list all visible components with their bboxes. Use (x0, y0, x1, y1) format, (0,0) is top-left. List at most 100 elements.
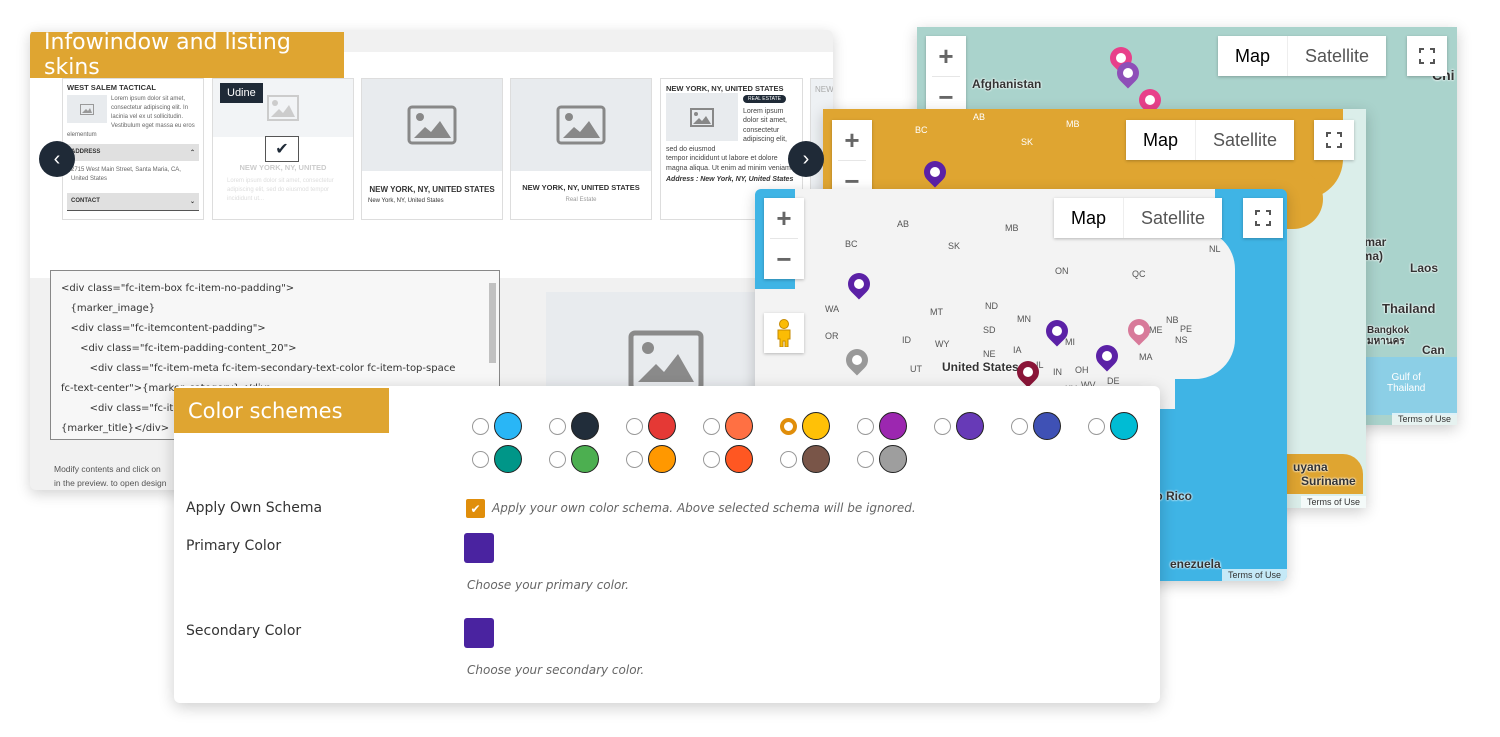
color-scheme-radio[interactable] (780, 450, 797, 468)
chevron-left-icon: ‹ (53, 147, 61, 170)
state-label: SD (983, 325, 996, 335)
color-scheme-option[interactable] (626, 445, 703, 473)
color-scheme-option[interactable] (703, 445, 780, 473)
color-swatch[interactable] (1110, 412, 1138, 440)
street-view-pegman[interactable] (764, 313, 804, 353)
state-label: MT (930, 307, 943, 317)
color-swatch[interactable] (648, 445, 676, 473)
map-type-map-button[interactable]: Map (1126, 120, 1195, 160)
skin-card-text: Lorem ipsum dolor sit amet, consectetur … (227, 178, 334, 202)
zoom-in-button[interactable]: + (764, 198, 804, 238)
color-scheme-option[interactable] (857, 412, 934, 440)
contact-accordion[interactable]: CONTACT ⌄ (67, 193, 199, 211)
skin-card-address: Address : New York, NY, United States (666, 176, 794, 184)
skin-card[interactable]: NEW YORK, NY, UNITED STATES Real Estate (510, 78, 652, 220)
fullscreen-button[interactable] (1407, 36, 1447, 76)
color-swatch[interactable] (571, 445, 599, 473)
chevron-right-icon: › (802, 147, 810, 170)
color-swatch[interactable] (494, 445, 522, 473)
color-scheme-option[interactable] (549, 445, 626, 473)
color-scheme-option[interactable] (780, 445, 857, 473)
color-scheme-option[interactable] (780, 412, 857, 440)
color-scheme-radio[interactable] (626, 417, 643, 435)
color-swatch[interactable] (956, 412, 984, 440)
carousel-prev-button[interactable]: ‹ (39, 141, 75, 177)
color-scheme-radio[interactable] (472, 417, 489, 435)
state-label: ID (902, 335, 911, 345)
terms-of-use-link[interactable]: Terms of Use (1221, 569, 1287, 581)
color-scheme-option[interactable] (626, 412, 703, 440)
map-type-satellite-button[interactable]: Satellite (1123, 198, 1222, 238)
map-label: uyana (1293, 460, 1328, 474)
color-swatch[interactable] (802, 445, 830, 473)
color-scheme-radio[interactable] (1011, 417, 1028, 435)
zoom-in-button[interactable]: + (832, 120, 872, 160)
color-scheme-radio[interactable] (703, 450, 720, 468)
code-editor-scrollbar[interactable] (489, 283, 496, 363)
color-swatch[interactable] (879, 412, 907, 440)
map-type-toggle: Map Satellite (1126, 120, 1295, 160)
color-scheme-radio[interactable] (857, 417, 874, 435)
map-type-map-button[interactable]: Map (1054, 198, 1123, 238)
color-scheme-radio[interactable] (549, 450, 566, 468)
secondary-color-picker[interactable] (464, 618, 494, 648)
primary-color-picker[interactable] (464, 533, 494, 563)
fullscreen-button[interactable] (1243, 198, 1283, 238)
color-swatch[interactable] (1033, 412, 1061, 440)
color-scheme-radio[interactable] (1088, 417, 1105, 435)
color-scheme-option[interactable] (703, 412, 780, 440)
map-label: MB (1066, 119, 1080, 129)
color-swatch[interactable] (571, 412, 599, 440)
state-label: AB (897, 219, 910, 229)
color-swatch[interactable] (648, 412, 676, 440)
apply-own-schema-checkbox[interactable]: ✔ (466, 499, 485, 518)
color-scheme-option[interactable] (472, 412, 549, 440)
color-swatch[interactable] (725, 445, 753, 473)
state-label: WA (825, 304, 840, 314)
skin-card-subtitle: New York, NY, United States (368, 198, 444, 204)
color-swatch[interactable] (494, 412, 522, 440)
color-scheme-option[interactable] (549, 412, 626, 440)
state-label: MB (1005, 223, 1019, 233)
state-label: IA (1013, 345, 1022, 355)
color-swatch[interactable] (725, 412, 753, 440)
skin-card[interactable]: WEST SALEM TACTICAL Lorem ipsum dolor si… (62, 78, 204, 220)
state-label: WY (935, 339, 950, 349)
zoom-out-button[interactable]: − (764, 239, 804, 279)
state-label: MI (1065, 337, 1075, 347)
color-scheme-radio[interactable] (549, 417, 566, 435)
color-scheme-radio[interactable] (703, 417, 720, 435)
image-placeholder-icon (511, 79, 651, 171)
color-scheme-radio[interactable] (626, 450, 643, 468)
state-label: ON (1055, 266, 1069, 276)
carousel-next-button[interactable]: › (788, 141, 824, 177)
fullscreen-button[interactable] (1314, 120, 1354, 160)
map-type-satellite-button[interactable]: Satellite (1195, 120, 1294, 160)
fullscreen-icon (1326, 132, 1342, 148)
map-label: Gulf of Thailand (1387, 372, 1426, 394)
skin-card-title: NEW YORK, NY, UNITED STATES (666, 84, 784, 93)
color-scheme-radio[interactable] (472, 450, 489, 468)
skin-card[interactable]: NEW YORK, NY, UNITED STATES New York, NY… (361, 78, 503, 220)
color-swatch[interactable] (802, 412, 830, 440)
color-scheme-option[interactable] (934, 412, 1011, 440)
checkmark-icon: ✔ (470, 501, 481, 516)
skin-card-selected[interactable]: Udine ✔ NEW YORK, NY, UNITED Lorem ipsum… (212, 78, 354, 220)
map-type-map-button[interactable]: Map (1218, 36, 1287, 76)
map-type-satellite-button[interactable]: Satellite (1287, 36, 1386, 76)
color-scheme-option[interactable] (1011, 412, 1088, 440)
color-scheme-option[interactable] (1088, 412, 1165, 440)
color-scheme-radio[interactable] (780, 417, 797, 435)
zoom-in-button[interactable]: + (926, 36, 966, 76)
location-badge: Udine (220, 83, 263, 103)
terms-of-use-link[interactable]: Terms of Use (1391, 413, 1457, 425)
address-accordion[interactable]: ADDRESS ⌃ (67, 144, 199, 161)
pegman-icon (777, 319, 791, 347)
color-scheme-radio[interactable] (857, 450, 874, 468)
color-swatch[interactable] (879, 445, 907, 473)
state-label: PE (1180, 324, 1193, 334)
color-scheme-option[interactable] (472, 445, 549, 473)
color-scheme-option[interactable] (857, 445, 934, 473)
color-scheme-radio[interactable] (934, 417, 951, 435)
terms-of-use-link[interactable]: Terms of Use (1300, 496, 1366, 508)
